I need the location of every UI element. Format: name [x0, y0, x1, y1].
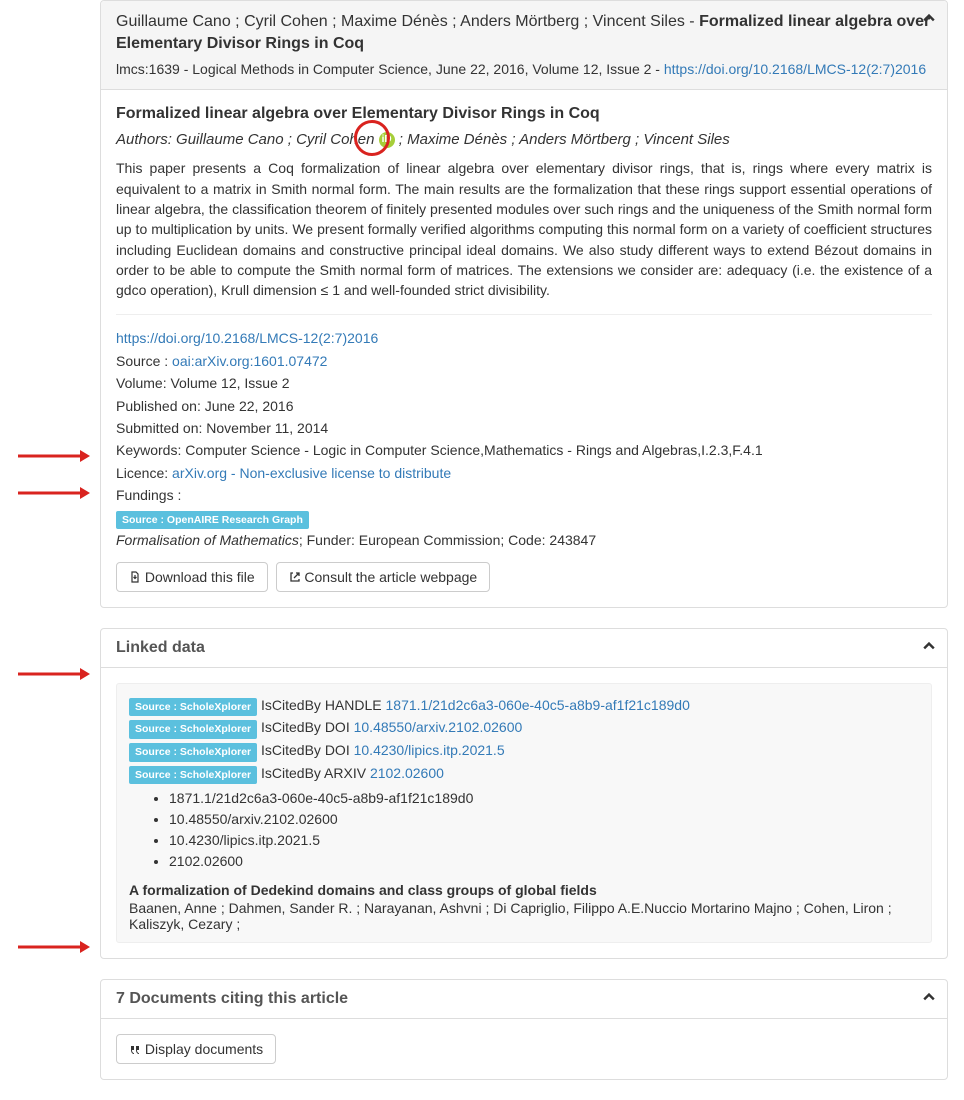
linked-data-header[interactable]: Linked data — [101, 629, 947, 668]
linked-id-link[interactable]: 10.48550/arxiv.2102.02600 — [354, 719, 523, 735]
linked-data-box: Source : ScholeXplorer IsCitedBy HANDLE … — [116, 683, 932, 944]
linked-row: Source : ScholeXplorer IsCitedBy HANDLE … — [129, 694, 919, 717]
submitted-line: Submitted on: November 11, 2014 — [116, 417, 932, 439]
fundings-label: Fundings : — [116, 484, 932, 506]
list-item: 1871.1/21d2c6a3-060e-40c5-a8b9-af1f21c18… — [169, 788, 919, 809]
collapse-toggle[interactable] — [923, 11, 935, 27]
annotation-arrow — [18, 667, 90, 681]
chevron-up-icon — [923, 640, 935, 652]
header-citation: lmcs:1639 - Logical Methods in Computer … — [116, 60, 932, 80]
article-panel-header: Guillaume Cano ; Cyril Cohen ; Maxime Dé… — [101, 1, 947, 90]
header-doi-link[interactable]: https://doi.org/10.2168/LMCS-12(2:7)2016 — [664, 61, 926, 77]
annotation-arrow — [18, 449, 90, 463]
published-line: Published on: June 22, 2016 — [116, 395, 932, 417]
linked-relation: IsCitedBy ARXIV — [261, 765, 370, 781]
volume-line: Volume: Volume 12, Issue 2 — [116, 372, 932, 394]
linked-data-title: Linked data — [116, 639, 932, 657]
article-title: Formalized linear algebra over Elementar… — [116, 105, 932, 123]
linked-relation: IsCitedBy DOI — [261, 742, 354, 758]
linked-id-link[interactable]: 2102.02600 — [370, 765, 444, 781]
scholexplorer-badge: Source : ScholeXplorer — [129, 766, 257, 785]
collapse-toggle[interactable] — [923, 639, 935, 655]
linked-id-link[interactable]: 1871.1/21d2c6a3-060e-40c5-a8b9-af1f21c18… — [386, 697, 690, 713]
citing-header[interactable]: 7 Documents citing this article — [101, 980, 947, 1019]
licence-line: Licence: arXiv.org - Non-exclusive licen… — [116, 462, 932, 484]
linked-row: Source : ScholeXplorer IsCitedBy DOI 10.… — [129, 739, 919, 762]
display-documents-button[interactable]: Display documents — [116, 1034, 276, 1064]
openaire-badge: Source : OpenAIRE Research Graph — [116, 511, 309, 530]
consult-button[interactable]: Consult the article webpage — [276, 562, 491, 592]
citing-title: 7 Documents citing this article — [116, 990, 932, 1008]
licence-link[interactable]: arXiv.org - Non-exclusive license to dis… — [172, 465, 451, 481]
scholexplorer-badge: Source : ScholeXplorer — [129, 698, 257, 717]
linked-id-link[interactable]: 10.4230/lipics.itp.2021.5 — [354, 742, 505, 758]
linked-relation: IsCitedBy HANDLE — [261, 697, 385, 713]
divider — [116, 314, 932, 315]
scholexplorer-badge: Source : ScholeXplorer — [129, 743, 257, 762]
linked-row: Source : ScholeXplorer IsCitedBy ARXIV 2… — [129, 762, 919, 785]
linked-id-list: 1871.1/21d2c6a3-060e-40c5-a8b9-af1f21c18… — [129, 788, 919, 872]
annotation-arrow — [18, 940, 90, 954]
download-button[interactable]: Download this file — [116, 562, 268, 592]
linked-row: Source : ScholeXplorer IsCitedBy DOI 10.… — [129, 716, 919, 739]
keywords-line: Keywords: Computer Science - Logic in Co… — [116, 439, 932, 461]
chevron-up-icon — [923, 991, 935, 1003]
abstract: This paper presents a Coq formalization … — [116, 158, 932, 300]
list-item: 10.4230/lipics.itp.2021.5 — [169, 830, 919, 851]
article-panel: Guillaume Cano ; Cyril Cohen ; Maxime Dé… — [100, 0, 948, 608]
list-item: 10.48550/arxiv.2102.02600 — [169, 809, 919, 830]
quote-icon — [129, 1045, 141, 1055]
cited-work-title: A formalization of Dedekind domains and … — [129, 882, 919, 898]
fundings-detail: Formalisation of Mathematics; Funder: Eu… — [116, 529, 932, 551]
chevron-up-icon — [923, 12, 935, 24]
cited-work-authors: Baanen, Anne ; Dahmen, Sander R. ; Naray… — [129, 900, 919, 932]
citing-panel: 7 Documents citing this article Display … — [100, 979, 948, 1080]
external-link-icon — [289, 571, 301, 583]
collapse-toggle[interactable] — [923, 990, 935, 1006]
scholexplorer-badge: Source : ScholeXplorer — [129, 720, 257, 739]
linked-relation: IsCitedBy DOI — [261, 719, 354, 735]
list-item: 2102.02600 — [169, 851, 919, 872]
header-authors: Guillaume Cano ; Cyril Cohen ; Maxime Dé… — [116, 13, 685, 30]
orcid-icon[interactable]: iD — [379, 132, 395, 148]
source-line: Source : oai:arXiv.org:1601.07472 — [116, 350, 932, 372]
header-title: Guillaume Cano ; Cyril Cohen ; Maxime Dé… — [116, 11, 932, 56]
doi-link[interactable]: https://doi.org/10.2168/LMCS-12(2:7)2016 — [116, 330, 378, 346]
oai-source-link[interactable]: oai:arXiv.org:1601.07472 — [172, 353, 327, 369]
linked-data-panel: Linked data Source : ScholeXplorer IsCit… — [100, 628, 948, 960]
download-icon — [129, 571, 141, 583]
authors-line: Authors: Guillaume Cano ; Cyril Cohen iD… — [116, 131, 932, 148]
article-panel-body: Formalized linear algebra over Elementar… — [101, 90, 947, 606]
annotation-arrow — [18, 486, 90, 500]
